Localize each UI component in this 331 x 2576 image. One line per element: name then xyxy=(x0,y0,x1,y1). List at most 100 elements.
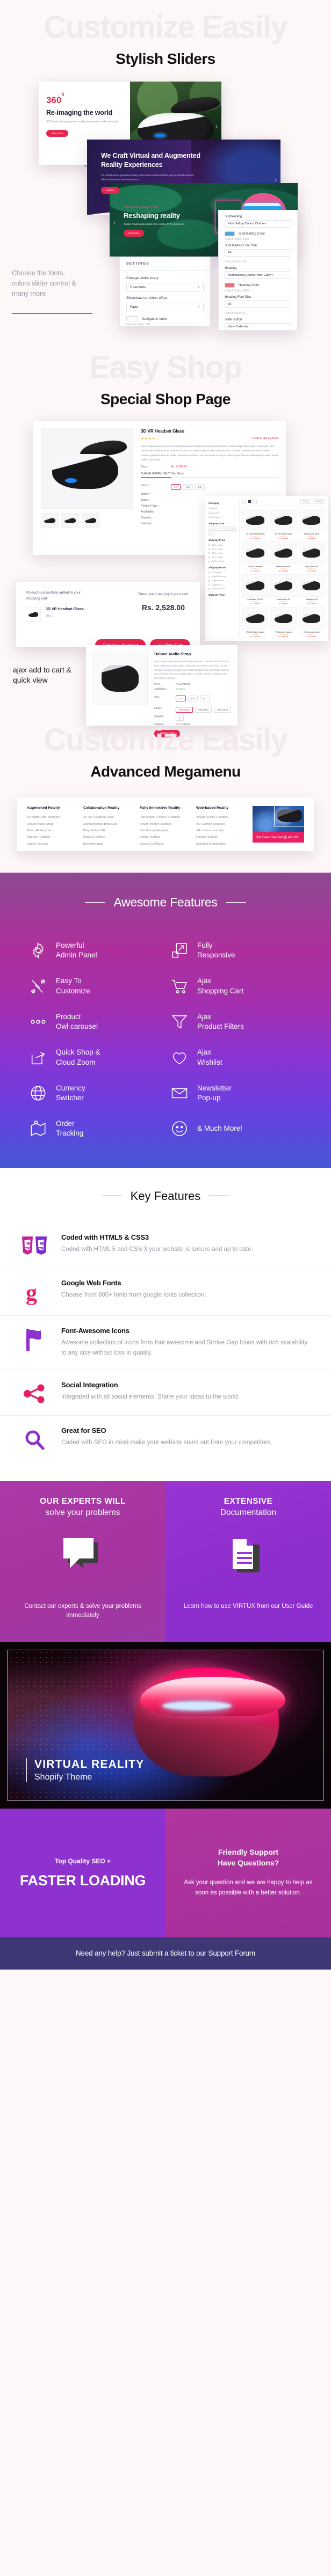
filter-brand-option[interactable]: 3D Reality xyxy=(208,570,237,575)
grid-view-icon[interactable] xyxy=(248,499,251,503)
filter-price-option[interactable]: $700 - $1000 xyxy=(208,560,237,564)
size-option[interactable]: 5.6 xyxy=(188,695,198,701)
megamenu-item[interactable]: Deluxe Audio Strap xyxy=(27,821,77,827)
slide3-prev-arrow[interactable]: ‹ xyxy=(113,220,116,226)
filter-category-item[interactable]: Headsets › xyxy=(208,506,237,510)
filter-brand-option[interactable]: Sputnik Virtual xyxy=(208,587,237,591)
product-thumbnail[interactable] xyxy=(82,513,99,528)
feature-product-owl-carousel[interactable]: Product Owl carousel xyxy=(29,1012,161,1031)
megamenu-item[interactable]: 3D Model Rift Headsets xyxy=(27,814,77,821)
megamenu-item[interactable]: PlayStation 4 PSVR Headset xyxy=(140,814,190,821)
size-option[interactable]: 4.7 xyxy=(171,484,181,491)
megamenu-item[interactable]: Standalone Headset xyxy=(140,828,190,834)
feature-powerful-admin-panel[interactable]: Powerful Admin Panel xyxy=(29,941,161,960)
size-option[interactable]: 5.2 xyxy=(183,484,193,491)
product-card[interactable]: PlayStation 4 PSVR ★★★★☆ Rs. 3,136.00 xyxy=(242,574,269,605)
megamenu-item[interactable]: Digita Headset xyxy=(140,834,190,840)
quantity-stepper[interactable]: 1 xyxy=(176,714,184,721)
product-card[interactable]: 3D VR Headset Glass ★★★★☆ Rs. 2,528.00 xyxy=(270,508,297,539)
size-option[interactable]: 4.2 xyxy=(176,695,186,701)
subheading-font-input[interactable]: 24 xyxy=(225,249,291,257)
megamenu-item[interactable]: Audeze Headset xyxy=(27,834,77,840)
megamenu-item[interactable]: Bowers & Wilkins xyxy=(140,841,190,847)
promo-experts-tile[interactable]: OUR EXPERTS WILL solve your problems Con… xyxy=(0,1481,166,1642)
megamenu-item[interactable]: Bang & Olufsen xyxy=(83,834,133,840)
product-card[interactable]: Standalone VR ★★★★★ Rs. 3,189.00 xyxy=(298,574,325,605)
product-card[interactable]: Gear VR Headset ★★★★☆ Rs. 3,136.00 xyxy=(242,541,269,572)
footer-support-text[interactable]: Need any help? Just submit a ticket to o… xyxy=(76,1949,255,1957)
size-chip[interactable]: 4.6 xyxy=(215,526,222,531)
list-view-icon[interactable] xyxy=(242,499,246,503)
size-chip[interactable]: 5.2 xyxy=(229,526,236,531)
slide-button-input[interactable]: View Collection xyxy=(225,323,291,330)
feature-currency-switcher[interactable]: Currency Switcher xyxy=(29,1084,161,1103)
megamenu-item[interactable]: Audio-Technica xyxy=(27,841,77,847)
filter-brand-option[interactable]: Virtual Reverse xyxy=(208,575,237,579)
megamenu-item[interactable]: SmartTheater Headset xyxy=(140,821,190,827)
heading-input[interactable]: Multitasking Comes <br> Easy t xyxy=(225,272,291,279)
subheading-color-row[interactable]: SubHeading Color xyxy=(225,231,291,236)
filter-price-option[interactable]: $400 - $600 xyxy=(208,555,237,560)
product-card[interactable]: Virtual Reality Headset ★★★★☆ Rs. 3,716.00 xyxy=(242,606,269,638)
filter-category-item[interactable]: Accessories › xyxy=(208,510,237,515)
product-thumbnail[interactable] xyxy=(41,513,59,528)
filter-price-option[interactable]: $300 - $400 xyxy=(208,551,237,555)
compact-view-icon[interactable] xyxy=(253,499,257,503)
nav-color-swatch[interactable] xyxy=(126,316,138,321)
megamenu-item[interactable]: Multifunctional Binocular xyxy=(83,821,133,827)
megamenu-promo-banner[interactable]: Get Gear Headset @ 4% Off xyxy=(253,806,304,843)
sort-select[interactable]: Featured xyxy=(313,499,325,504)
slide3-shop-now-button[interactable]: Shop Now xyxy=(124,230,145,237)
product-card[interactable]: 3D Model Rift Headsets ★★★★★ Rs. 2,180.00 xyxy=(242,508,269,539)
feature-ajax-wishlist[interactable]: Ajax Wishlist xyxy=(170,1048,302,1067)
megamenu-item[interactable]: Play Station VR xyxy=(83,828,133,834)
product-card[interactable]: VR motion controller ★★★★☆ Rs. 3,128.00 xyxy=(298,606,325,638)
heading-font-input[interactable]: 60 xyxy=(225,301,291,308)
slide2-next-arrow[interactable]: › xyxy=(275,177,277,184)
feature-quick-shop-cloud-zoom[interactable]: Quick Shop & Cloud Zoom xyxy=(29,1048,161,1067)
megamenu-item[interactable]: Gear VR Headset xyxy=(27,828,77,834)
slide1-shop-now-button[interactable]: Shop Now xyxy=(46,129,68,137)
product-card[interactable]: Multifunctional VR ★★★★★ Rs. 2,189.00 xyxy=(270,541,297,572)
megamenu-item[interactable]: VR Gaming Headset xyxy=(196,821,246,827)
feature-much-more[interactable]: & Much More! xyxy=(170,1119,302,1138)
product-card[interactable]: Deluxe Audio Strap ★★★★★ Rs. 3,228.00 xyxy=(298,508,325,539)
filter-brand-option[interactable]: Digital Deck xyxy=(208,583,237,587)
size-option[interactable]: 6.2 xyxy=(195,484,205,491)
slide3-next-arrow[interactable]: › xyxy=(292,220,294,226)
feature-easy-to-customize[interactable]: Easy To Customize xyxy=(29,976,161,996)
filter-category-item[interactable]: Media Players › xyxy=(208,515,237,519)
megamenu-item[interactable]: Virtual Reality Headset xyxy=(196,814,246,821)
filter-price-option[interactable]: $200 - $300 xyxy=(208,547,237,552)
slide1-next-arrow[interactable]: › xyxy=(215,123,218,130)
model-option[interactable]: VRC0114 xyxy=(176,706,193,713)
heading-color-row[interactable]: Heading Color xyxy=(225,283,291,288)
product-card[interactable]: VR Gaming Headset ★★★★★ Rs. 3,128.00 xyxy=(270,606,297,638)
subheading-color-swatch[interactable] xyxy=(225,231,235,236)
product-card[interactable]: SmartTheater VR ★★★★★ Rs. 3,647.00 xyxy=(270,574,297,605)
size-chip[interactable]: 4.2 xyxy=(208,526,215,531)
heading-color-swatch[interactable] xyxy=(225,283,235,288)
filter-brand-option[interactable]: Digital World xyxy=(208,579,237,583)
model-option[interactable]: VRC0711 xyxy=(195,706,212,713)
change-slides-select[interactable]: 5 seconds ⇅ xyxy=(126,283,204,291)
megamenu-item[interactable]: 3D VR Headset Glass xyxy=(83,814,133,821)
nav-color-row[interactable]: Navigation color xyxy=(126,316,204,321)
size-option[interactable]: 6.2 xyxy=(200,695,210,701)
megamenu-item[interactable]: VR motion controller xyxy=(196,828,246,834)
filter-price-option[interactable]: $100 - $200 xyxy=(208,543,237,547)
megamenu-item[interactable]: Marshall Amplification xyxy=(196,841,246,847)
megamenu-item[interactable]: Beyerdynamic xyxy=(83,841,133,847)
model-option[interactable]: VRC1176 xyxy=(214,706,231,713)
feature-fully-responsive[interactable]: Fully Responsive xyxy=(170,941,302,960)
promo-documentation-tile[interactable]: EXTENSIVE Documentation Learn how to use… xyxy=(166,1481,331,1642)
feature-ajax-shopping-cart[interactable]: Ajax Shopping Cart xyxy=(170,976,302,996)
megamenu-item[interactable]: Harman Kardon xyxy=(196,834,246,840)
feature-order-tracking[interactable]: Order Tracking xyxy=(29,1119,161,1138)
feature-newsletter-popup[interactable]: Newsletter Pop-up xyxy=(170,1084,302,1103)
product-thumbnail[interactable] xyxy=(61,513,79,528)
size-chip[interactable]: 6.2 xyxy=(208,532,215,537)
product-main-image[interactable] xyxy=(41,428,133,509)
size-chip[interactable]: 4.7 xyxy=(222,526,229,531)
feature-ajax-product-filters[interactable]: Ajax Product Filters xyxy=(170,1012,302,1031)
